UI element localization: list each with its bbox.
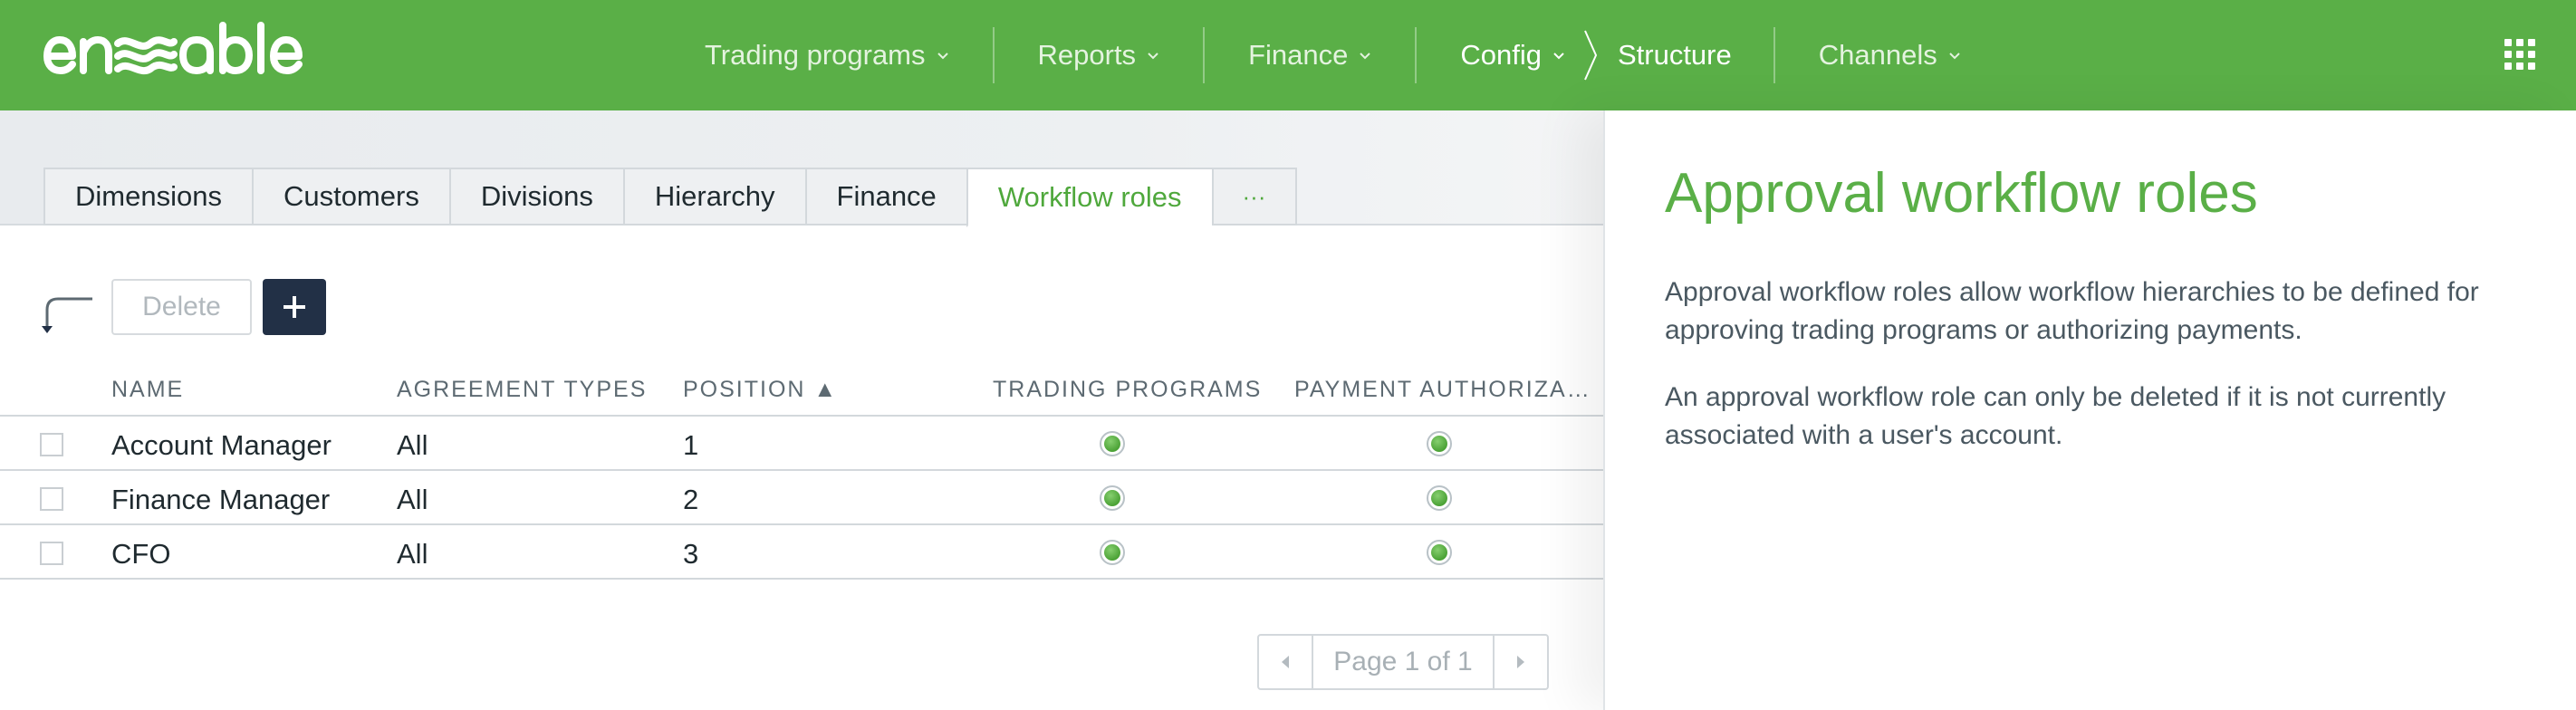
trading-programs-check-icon <box>1100 540 1125 565</box>
chevron-down-icon <box>1949 53 1960 60</box>
row-checkbox[interactable] <box>40 487 63 511</box>
table-row[interactable]: Finance Manager All 2 <box>0 471 1603 525</box>
enable-logo[interactable] <box>42 20 313 76</box>
column-header-payment-authorization[interactable]: PAYMENT AUTHORIZA… <box>1294 377 1591 403</box>
workflow-roles-table: NAME AGREEMENT TYPES POSITION ▲ TRADING … <box>0 364 1603 580</box>
payment-authorization-check-icon <box>1427 540 1452 565</box>
top-nav-bar: Trading programs Reports Finance Config … <box>0 0 2576 110</box>
cell-name: Finance Manager <box>111 484 331 515</box>
nav-reports-label: Reports <box>1037 39 1137 71</box>
breadcrumb-separator-icon <box>1584 30 1598 81</box>
chevron-down-icon <box>1148 53 1158 60</box>
table-row[interactable]: Account Manager All 1 <box>0 417 1603 471</box>
tab-more[interactable]: ··· <box>1211 168 1297 225</box>
column-header-agreement-types[interactable]: AGREEMENT TYPES <box>397 377 647 403</box>
help-panel: Approval workflow roles Approval workflo… <box>1603 110 2576 710</box>
tab-hierarchy[interactable]: Hierarchy <box>622 168 805 225</box>
nav-config-label: Config <box>1460 39 1542 71</box>
payment-authorization-check-icon <box>1427 485 1452 511</box>
help-title: Approval workflow roles <box>1665 162 2258 225</box>
main-content: Dimensions Customers Divisions Hierarchy… <box>0 110 1603 710</box>
toolbar: Delete <box>0 279 543 337</box>
table-row[interactable]: CFO All 3 <box>0 525 1603 580</box>
row-checkbox[interactable] <box>40 542 63 565</box>
caret-right-icon <box>1517 656 1524 668</box>
trading-programs-check-icon <box>1100 485 1125 511</box>
chevron-down-icon <box>1553 53 1564 60</box>
cell-name: Account Manager <box>111 429 332 461</box>
tab-customers[interactable]: Customers <box>251 168 449 225</box>
tab-workflow-roles[interactable]: Workflow roles <box>966 168 1212 227</box>
cell-agreement-types: All <box>397 538 428 570</box>
nav-channels-label: Channels <box>1818 39 1937 71</box>
nav-trading-programs[interactable]: Trading programs <box>661 27 993 83</box>
nav-finance-label: Finance <box>1248 39 1349 71</box>
next-page-button[interactable] <box>1493 636 1547 688</box>
tab-dimensions[interactable]: Dimensions <box>43 168 252 225</box>
main-nav: Trading programs Reports Finance Config … <box>661 0 2004 110</box>
cell-name: CFO <box>111 538 171 570</box>
add-button[interactable] <box>263 279 326 335</box>
column-header-trading-programs[interactable]: TRADING PROGRAMS <box>993 377 1262 403</box>
help-paragraph: An approval workflow role can only be de… <box>1665 382 2446 450</box>
caret-left-icon <box>1282 656 1289 668</box>
chevron-down-icon <box>1360 53 1371 60</box>
return-arrow-icon[interactable] <box>40 295 96 337</box>
tabs: Dimensions Customers Divisions Hierarchy… <box>43 168 1297 227</box>
cell-agreement-types: All <box>397 429 428 461</box>
prev-page-button[interactable] <box>1259 636 1313 688</box>
cell-position: 3 <box>683 538 699 570</box>
nav-reports[interactable]: Reports <box>995 27 1204 83</box>
help-paragraph: Approval workflow roles allow workflow h… <box>1665 277 2479 345</box>
payment-authorization-check-icon <box>1427 431 1452 456</box>
tab-divisions[interactable]: Divisions <box>448 168 623 225</box>
column-header-name[interactable]: NAME <box>111 377 184 403</box>
chevron-down-icon <box>937 53 948 60</box>
cell-agreement-types: All <box>397 484 428 515</box>
breadcrumb-structure[interactable]: Structure <box>1600 27 1773 83</box>
tab-strip: Dimensions Customers Divisions Hierarchy… <box>0 110 1603 227</box>
delete-button[interactable]: Delete <box>111 279 252 335</box>
trading-programs-check-icon <box>1100 431 1125 456</box>
plus-icon <box>284 296 305 318</box>
apps-grid-icon[interactable] <box>2504 39 2535 70</box>
tab-finance[interactable]: Finance <box>804 168 966 225</box>
column-header-position[interactable]: POSITION ▲ <box>683 377 838 403</box>
nav-finance[interactable]: Finance <box>1205 27 1415 83</box>
nav-config[interactable]: Config <box>1417 27 1574 83</box>
page-indicator: Page 1 of 1 <box>1333 647 1473 676</box>
pagination: Page 1 of 1 <box>1257 634 1549 690</box>
nav-trading-programs-label: Trading programs <box>705 39 926 71</box>
table-header: NAME AGREEMENT TYPES POSITION ▲ TRADING … <box>0 364 1603 417</box>
row-checkbox[interactable] <box>40 433 63 456</box>
cell-position: 2 <box>683 484 699 515</box>
breadcrumb-structure-label: Structure <box>1617 39 1732 71</box>
nav-channels[interactable]: Channels <box>1775 27 2004 83</box>
cell-position: 1 <box>683 429 699 461</box>
